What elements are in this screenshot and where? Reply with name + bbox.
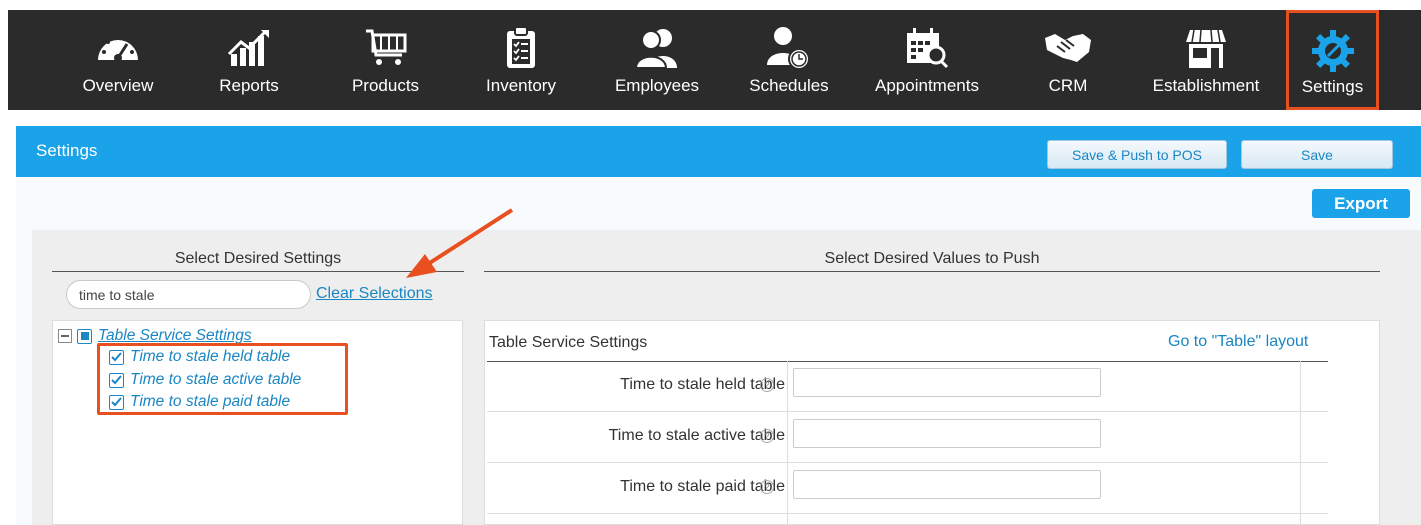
annotation-arrow: [406, 208, 514, 278]
page: Overview Reports Products Inventory Empl: [0, 0, 1421, 525]
